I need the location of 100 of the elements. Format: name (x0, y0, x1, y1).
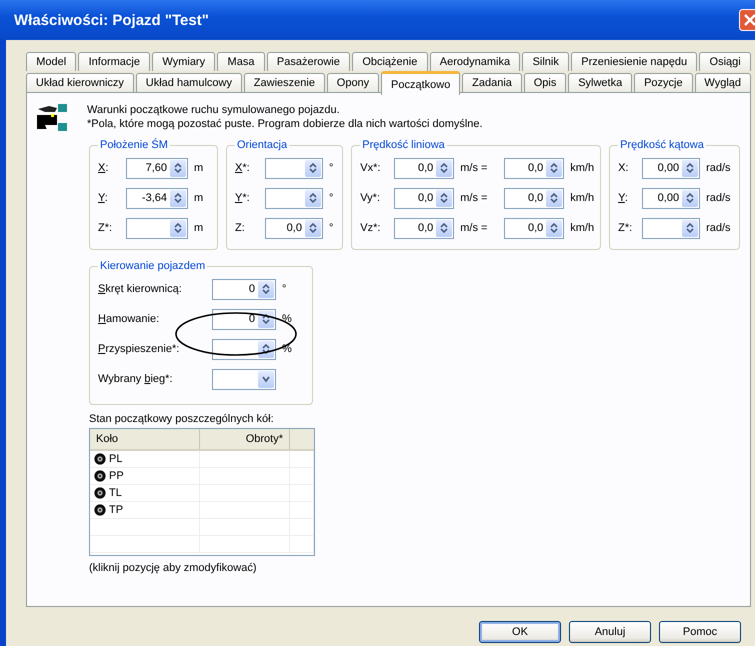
spin-field[interactable] (212, 338, 276, 360)
unit-label: m (194, 222, 204, 234)
unit-label: m/s = (460, 162, 488, 174)
field-label: Z*: (98, 222, 114, 234)
unit-label: m (194, 162, 204, 174)
unit-label: ° (328, 162, 334, 174)
unit-label: rad/s (706, 222, 731, 234)
group-title: Orientacja (236, 139, 288, 151)
unit-label: km/h (570, 162, 594, 174)
unit-label: km/h (570, 222, 594, 234)
spin-field[interactable]: 0,00 (642, 158, 700, 178)
wheel-name: PP (109, 470, 124, 482)
group-title: Położenie ŚM (99, 139, 169, 151)
unit-label: ° (328, 192, 334, 204)
spin-field[interactable]: 0 (212, 308, 276, 330)
tab[interactable]: Sylwetka (568, 73, 632, 92)
tab[interactable]: Aerodynamika (430, 52, 520, 71)
spin-arrows-icon[interactable] (261, 343, 271, 355)
unit-label: rad/s (706, 192, 731, 204)
dialog-button[interactable]: Pomoc (659, 621, 741, 643)
field-label: Skręt kierownicą: (98, 283, 183, 295)
wheel-icon (94, 470, 106, 482)
spin-field[interactable] (264, 188, 323, 208)
wheel-name: PL (109, 453, 122, 465)
wheel-name: TL (109, 487, 122, 499)
description-text: Warunki początkowe ruchu symulowanego pojazdu. (87, 103, 341, 117)
tab[interactable]: Pozycje (634, 73, 693, 92)
tab[interactable]: Zadania (462, 73, 522, 92)
spin-field[interactable]: 0,00 (642, 188, 700, 208)
spin-arrows-icon[interactable] (261, 313, 271, 325)
unit-label: rad/s (706, 162, 731, 174)
tab[interactable]: Układ kierowniczy (26, 73, 134, 92)
spin-field[interactable] (264, 158, 323, 178)
hint-text: (kliknij pozycję aby zmodyfikować) (89, 562, 258, 574)
field-label: X: (618, 162, 630, 174)
wheel-icon (94, 504, 106, 516)
tab[interactable]: Osiągi (699, 52, 751, 71)
unit-label: km/h (570, 192, 594, 204)
field-label: Przyspieszenie*: (98, 343, 180, 355)
wheel-table[interactable]: Koło Obroty* PL PP TL TP (89, 428, 315, 556)
field-label: Vz*: (360, 222, 382, 234)
column-header[interactable]: Koło (90, 429, 200, 449)
tab[interactable]: Wygląd (694, 73, 751, 92)
tab[interactable]: Układ hamulcowy (136, 73, 242, 92)
tab[interactable]: Silnik (522, 52, 570, 71)
spin-field[interactable]: 0,0 (394, 218, 454, 238)
column-header[interactable]: Obroty* (200, 429, 290, 449)
table-cell[interactable]: TL (90, 485, 200, 501)
group-title: Kierowanie pojazdem (99, 260, 206, 272)
table-caption: Stan początkowy poszczególnych kół: (89, 413, 275, 425)
field-label: X*: (234, 162, 251, 174)
tab[interactable]: Opony (326, 73, 380, 92)
group-title: Prędkość liniowa (361, 139, 446, 151)
spin-field[interactable]: 0,0 (504, 158, 564, 178)
spin-field[interactable]: 0,0 (394, 158, 454, 178)
field-label: Y: (98, 192, 109, 204)
dropdown[interactable] (212, 368, 276, 390)
spin-field[interactable]: 0 (212, 278, 276, 300)
tab[interactable]: Zawieszenie (244, 73, 325, 92)
dialog-button[interactable]: OK (479, 621, 561, 643)
tab[interactable]: Obciążenie (352, 52, 428, 71)
field-label: Z*: (618, 222, 634, 234)
unit-label: m (194, 192, 204, 204)
tab[interactable]: Opis (524, 73, 566, 92)
table-cell[interactable]: PP (90, 468, 200, 484)
tab[interactable]: Masa (217, 52, 265, 71)
field-label: Y*: (234, 192, 251, 204)
tab[interactable]: Informacje (78, 52, 150, 71)
wheel-name: TP (109, 504, 124, 516)
unit-label: ° (328, 222, 334, 234)
spin-field[interactable]: 0,0 (264, 218, 323, 238)
spin-field[interactable]: 7,60 (126, 158, 188, 178)
table-cell[interactable]: TP (90, 502, 200, 518)
tab[interactable]: Przeniesienie napędu (571, 52, 698, 71)
field-label: Wybrany bieg*: (98, 373, 174, 385)
field-label: Y: (618, 192, 629, 204)
description-text: *Pola, które mogą pozostać puste. Program dobierze dla nich wartości domyślne. (87, 117, 483, 131)
unit-label: ° (282, 283, 286, 295)
group-title: Prędkość kątowa (619, 139, 705, 151)
tab[interactable]: Model (26, 52, 76, 71)
unit-label: % (282, 313, 292, 325)
tab[interactable]: Początkowo (381, 71, 460, 95)
field-label: Hamowanie: (98, 313, 160, 325)
spin-field[interactable]: 0,0 (504, 218, 564, 238)
dialog-button[interactable]: Anuluj (569, 621, 651, 643)
close-icon[interactable] (739, 9, 755, 31)
spin-field[interactable] (126, 218, 188, 238)
hand-icon (35, 103, 69, 133)
spin-field[interactable]: -3,64 (126, 188, 188, 208)
field-label: Z: (234, 222, 246, 234)
spin-field[interactable] (642, 218, 700, 238)
field-label: X: (98, 162, 110, 174)
unit-label: m/s = (460, 222, 488, 234)
spin-field[interactable]: 0,0 (394, 188, 454, 208)
window-title: Właściwości: Pojazd "Test" (14, 12, 209, 28)
wheel-icon (94, 487, 106, 499)
tab[interactable]: Wymiary (152, 52, 216, 71)
spin-field[interactable]: 0,0 (504, 188, 564, 208)
table-cell[interactable]: PL (90, 451, 200, 467)
tab[interactable]: Pasażerowie (266, 52, 350, 71)
